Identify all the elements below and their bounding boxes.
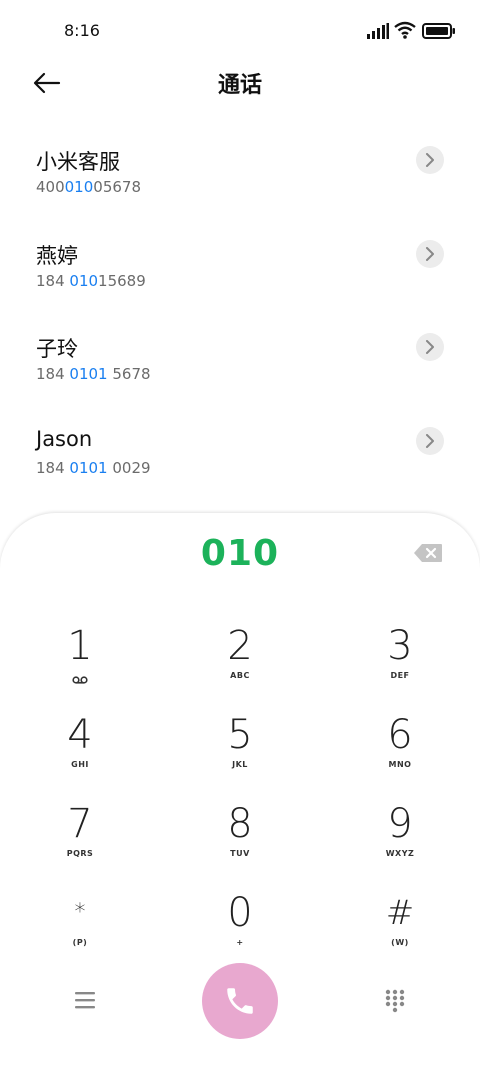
contact-name: Jason <box>36 426 93 451</box>
key-digit: 3 <box>387 623 413 669</box>
chevron-right-icon <box>426 246 434 261</box>
key-letters: DEF <box>390 671 410 680</box>
dialed-number[interactable]: 010 <box>0 533 480 574</box>
voicemail-icon <box>72 676 88 684</box>
key-1[interactable]: 1 <box>20 623 140 703</box>
backspace-icon <box>414 544 442 562</box>
menu-button[interactable] <box>72 990 98 1010</box>
keypad-icon <box>385 989 405 1013</box>
key-digit: 2 <box>227 623 253 669</box>
keypad-toggle-button[interactable] <box>384 989 406 1013</box>
key-8[interactable]: 8 TUV <box>180 801 300 881</box>
status-bar: 8:16 <box>0 0 480 62</box>
signal-icon <box>367 23 389 39</box>
key-letters: PQRS <box>66 849 94 858</box>
key-digit: # <box>385 893 415 933</box>
contact-row[interactable]: 子玲 184 0101 5678 <box>0 317 480 411</box>
contact-number: 40001005678 <box>36 178 141 196</box>
number-match: 0101 <box>69 458 108 477</box>
contact-number: 184 01015689 <box>36 271 146 290</box>
battery-icon <box>422 23 455 39</box>
phone-icon <box>227 988 253 1014</box>
key-hash[interactable]: # (W) <box>340 890 460 970</box>
contact-detail-button[interactable] <box>416 146 444 174</box>
key-2[interactable]: 2 ABC <box>180 623 300 703</box>
chevron-right-icon <box>426 153 434 167</box>
key-digit: 6 <box>387 712 413 758</box>
key-letters: + <box>236 938 244 947</box>
key-letters: TUV <box>230 849 250 858</box>
status-time: 8:16 <box>64 21 100 40</box>
contact-name: 小米客服 <box>36 150 120 174</box>
chevron-right-icon <box>426 340 434 354</box>
key-letters: ABC <box>230 671 250 680</box>
contact-number: 184 0101 5678 <box>36 365 151 383</box>
key-digit: 1 <box>67 623 93 669</box>
contact-row[interactable]: Jason 184 0101 0029 <box>0 411 480 505</box>
contact-list: 小米客服 40001005678 燕婷 184 01015689 子玲 184 … <box>0 130 480 504</box>
backspace-button[interactable] <box>413 543 443 563</box>
key-digit: 5 <box>227 712 253 758</box>
key-9[interactable]: 9 WXYZ <box>340 801 460 881</box>
key-star[interactable]: * (P) <box>20 890 140 970</box>
call-button[interactable] <box>202 963 278 1039</box>
header: 通话 <box>0 62 480 102</box>
key-digit: * <box>74 900 86 925</box>
key-0[interactable]: 0 + <box>180 890 300 970</box>
key-letters: JKL <box>232 760 248 769</box>
page-title: 通话 <box>217 73 262 98</box>
contact-row[interactable]: 燕婷 184 01015689 <box>0 224 480 318</box>
contact-detail-button[interactable] <box>416 333 444 361</box>
contact-detail-button[interactable] <box>416 239 444 268</box>
chevron-right-icon <box>426 433 434 448</box>
number-match: 010 <box>69 271 99 290</box>
contact-name: 子玲 <box>36 337 78 361</box>
contact-row[interactable]: 小米客服 40001005678 <box>0 130 480 224</box>
number-match: 0101 <box>69 365 108 383</box>
key-7[interactable]: 7 PQRS <box>20 801 140 881</box>
menu-icon <box>75 992 95 1009</box>
key-4[interactable]: 4 GHI <box>20 712 140 792</box>
key-letters: MNO <box>388 760 412 769</box>
key-letters: (P) <box>72 938 88 947</box>
key-5[interactable]: 5 JKL <box>180 712 300 792</box>
key-letters: GHI <box>71 760 89 769</box>
dialpad-bottom-bar <box>0 963 480 1043</box>
key-digit: 7 <box>67 801 93 847</box>
contact-name: 燕婷 <box>36 243 78 268</box>
number-match: 010 <box>64 178 94 196</box>
key-6[interactable]: 6 MNO <box>340 712 460 792</box>
key-letters: (W) <box>391 938 409 947</box>
key-digit: 4 <box>67 712 93 758</box>
wifi-icon <box>394 21 416 39</box>
key-digit: 8 <box>227 801 253 847</box>
key-digit: 0 <box>227 890 253 936</box>
contact-number: 184 0101 0029 <box>36 458 151 477</box>
contact-detail-button[interactable] <box>416 426 444 455</box>
key-digit: 9 <box>387 801 413 847</box>
key-letters: WXYZ <box>385 849 415 858</box>
key-3[interactable]: 3 DEF <box>340 623 460 703</box>
dialpad: 010 1 2 ABC 3 DEF 4 GHI 5 JKL 6 MNO 7 PQ… <box>0 513 480 1066</box>
